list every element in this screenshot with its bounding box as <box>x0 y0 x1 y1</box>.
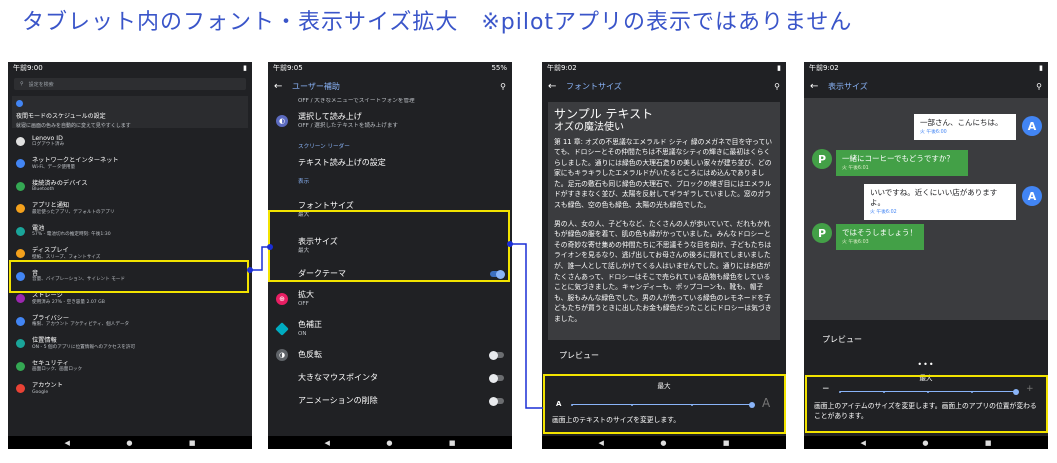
connector-display-to-accessibility <box>250 246 270 271</box>
connector-dot <box>267 244 273 250</box>
connector-lines <box>247 241 543 409</box>
connector-dot <box>247 267 253 273</box>
connector-fontsize-to-slider <box>510 243 543 409</box>
connector-dot <box>507 241 513 247</box>
